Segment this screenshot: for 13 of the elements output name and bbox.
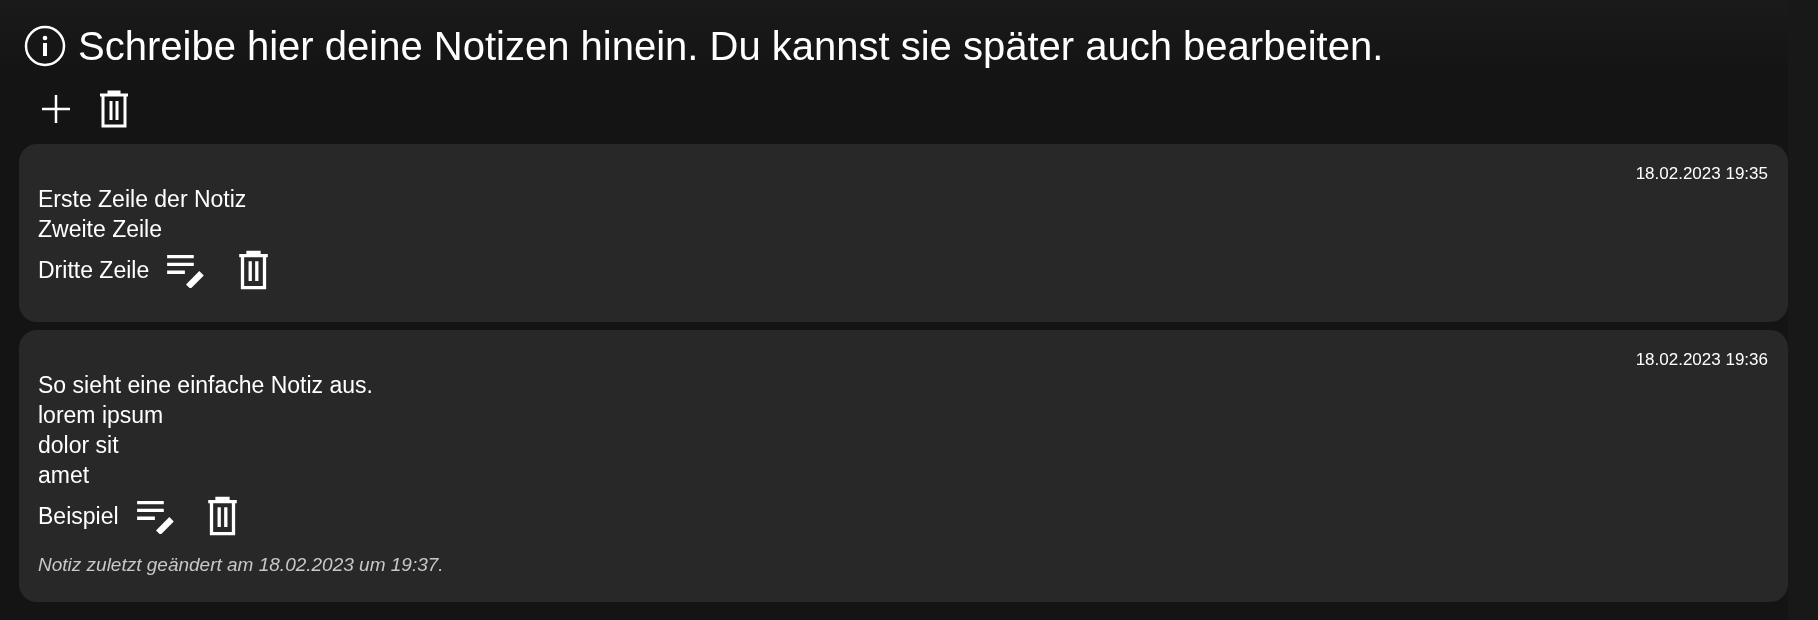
note-text-line: So sieht eine einfache Notiz aus. <box>38 371 373 400</box>
note-text-line: Erste Zeile der Notiz <box>38 185 247 214</box>
page-title: Schreibe hier deine Notizen hinein. Du kannst sie später auch bearbeiten. <box>78 25 1384 66</box>
note-timestamp: 18.02.2023 19:36 <box>1635 350 1768 370</box>
note-text-line: amet <box>38 461 90 490</box>
note-text-line: Dritte Zeile <box>38 256 150 285</box>
note-text-line: lorem ipsum <box>38 401 164 430</box>
note-text-line: Beispiel <box>38 502 119 531</box>
note-footer: Notiz zuletzt geändert am 18.02.2023 um 19:37. <box>38 554 444 576</box>
note-timestamp: 18.02.2023 19:35 <box>1635 164 1768 184</box>
note-text-line: dolor sit <box>38 431 119 460</box>
note-text-line: Zweite Zeile <box>38 215 162 244</box>
info-icon <box>24 24 66 67</box>
